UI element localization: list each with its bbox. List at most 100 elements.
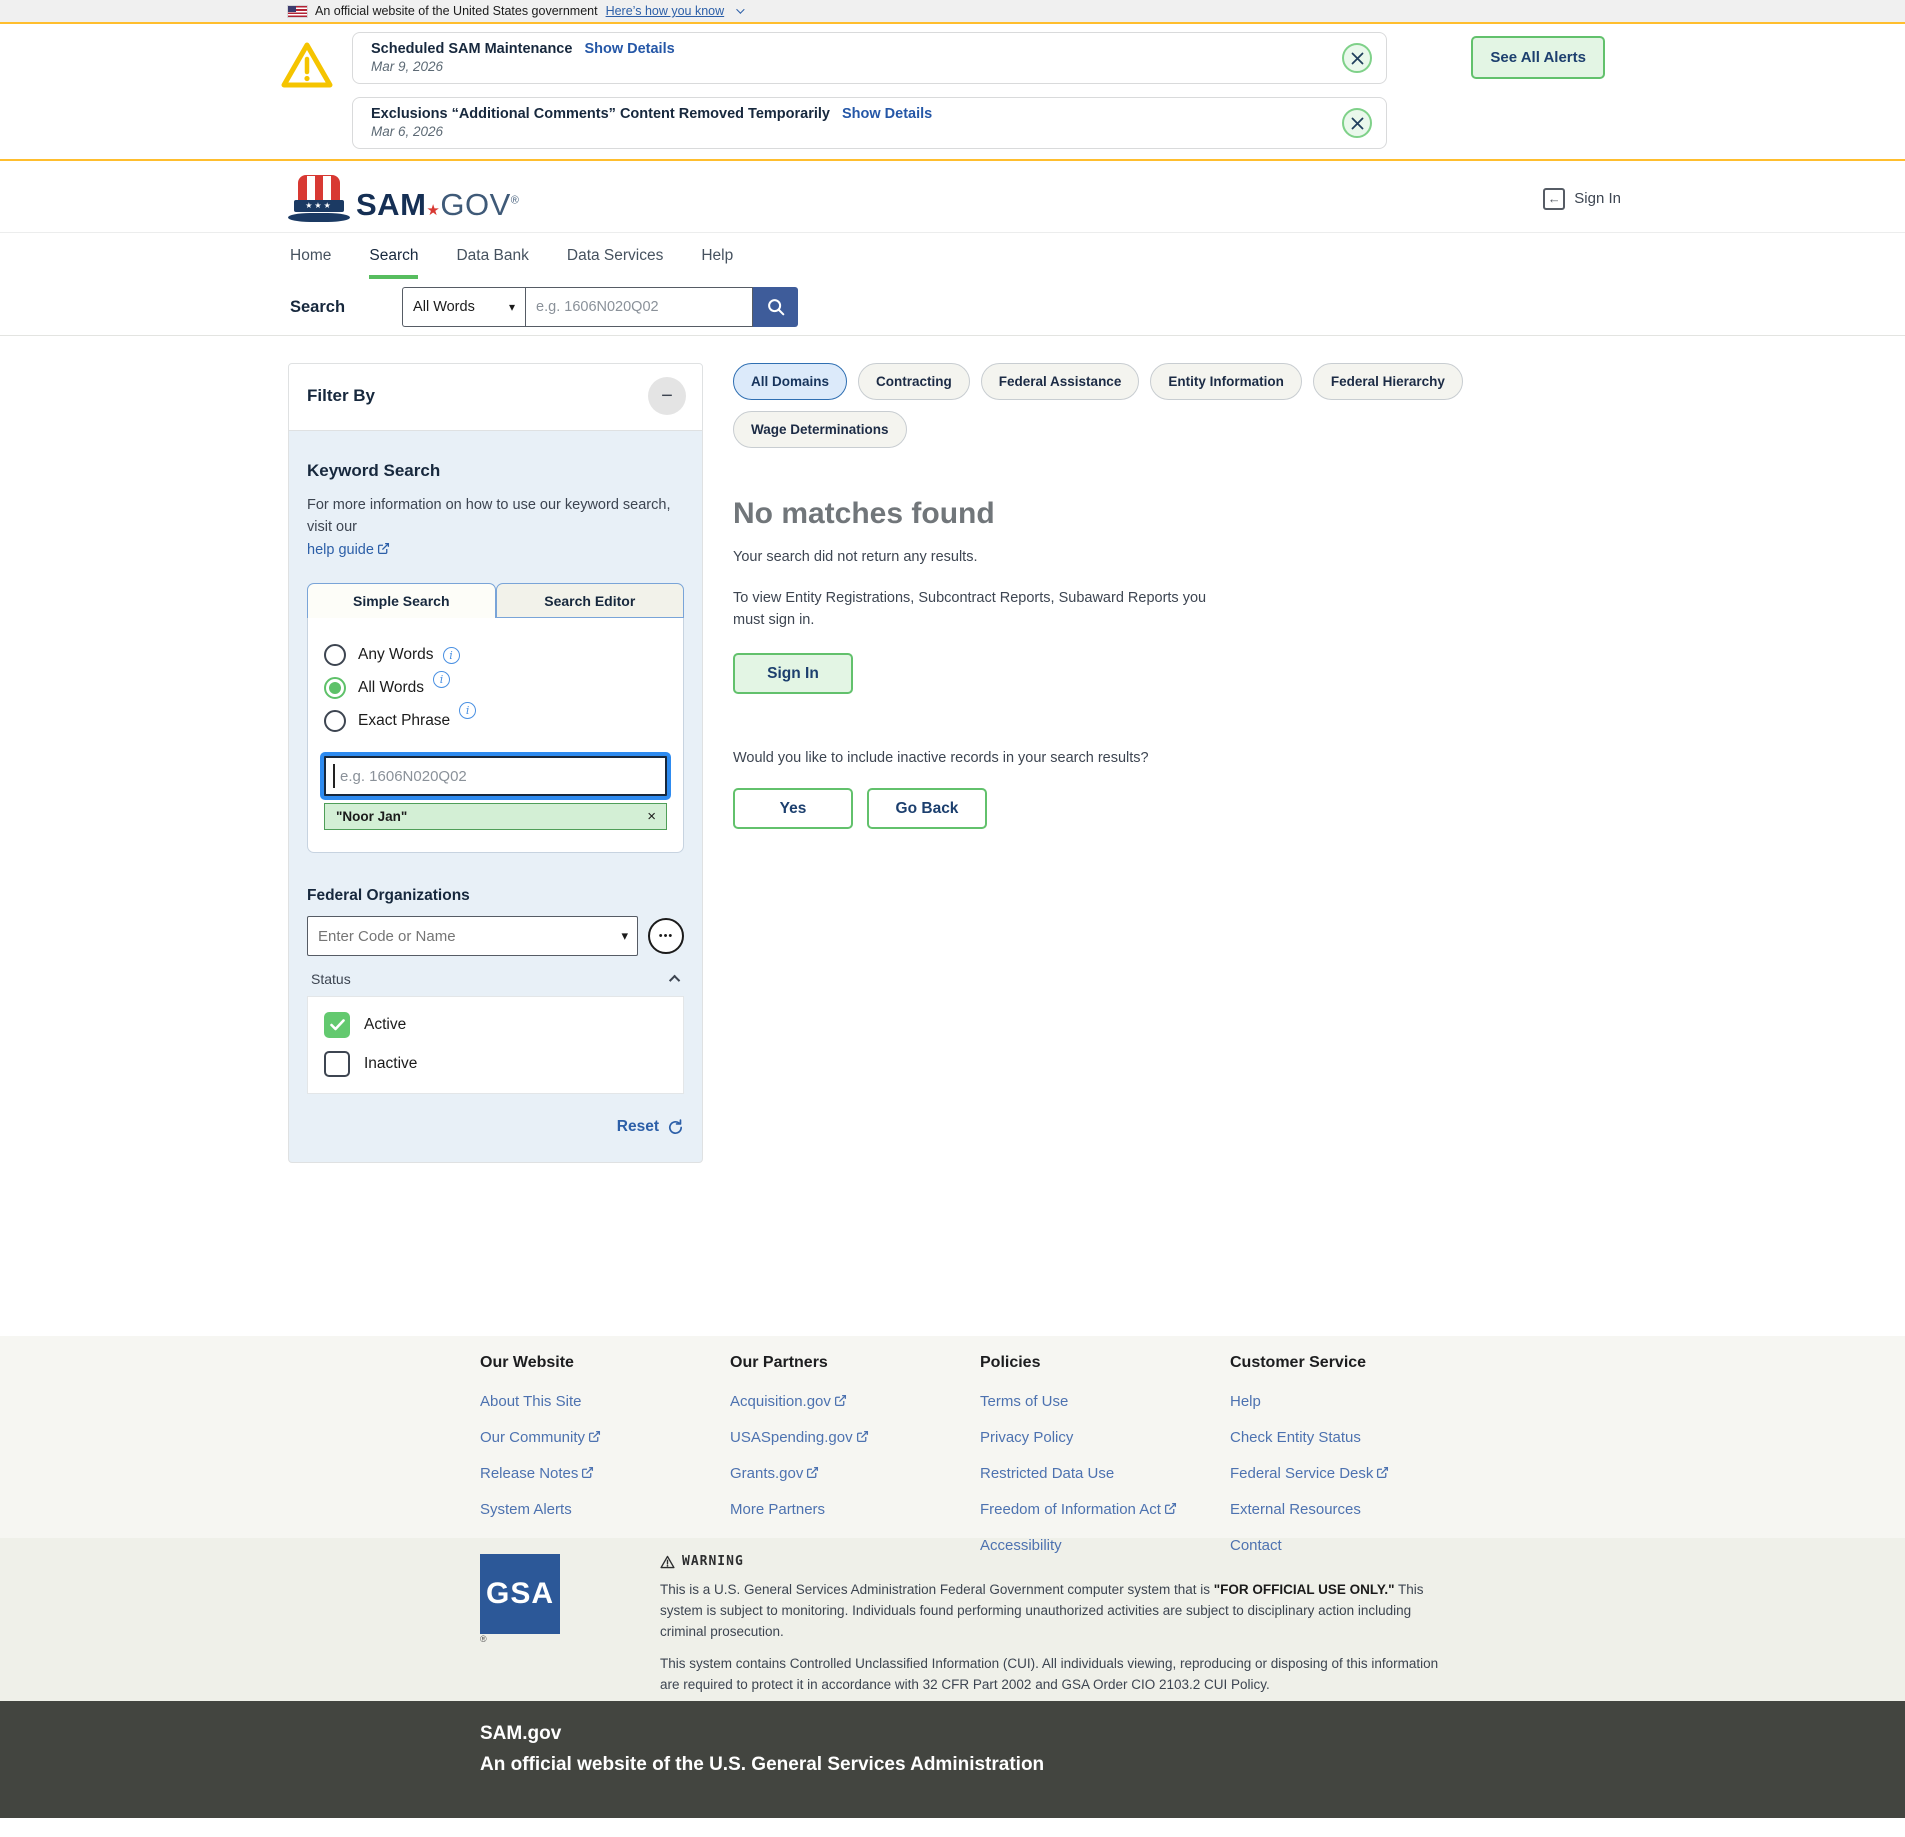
footer-link-foia[interactable]: Freedom of Information Act — [980, 1501, 1230, 1518]
nav-item-help[interactable]: Help — [701, 233, 733, 279]
info-icon[interactable]: i — [433, 671, 450, 688]
tab-simple-search[interactable]: Simple Search — [307, 583, 496, 618]
footer-link-grants-gov[interactable]: Grants.gov — [730, 1465, 980, 1482]
federal-organizations-heading: Federal Organizations — [307, 887, 684, 905]
footer-col-heading: Customer Service — [1230, 1354, 1480, 1372]
external-link-icon — [1164, 1502, 1177, 1515]
alert-close-button[interactable] — [1342, 43, 1372, 73]
see-all-alerts-button[interactable]: See All Alerts — [1471, 36, 1605, 79]
info-icon[interactable]: i — [459, 702, 476, 719]
radio-all-words[interactable] — [324, 677, 346, 699]
external-link-icon — [588, 1430, 601, 1443]
radio-exact-phrase[interactable] — [324, 710, 346, 732]
status-panel: Active Inactive — [307, 996, 684, 1094]
keyword-info-text: For more information on how to use our k… — [307, 494, 684, 561]
domain-pill-all-domains[interactable]: All Domains — [733, 363, 847, 400]
footer-link-about-this-site[interactable]: About This Site — [480, 1393, 730, 1410]
page: An official website of the United States… — [0, 0, 1905, 1837]
alert-show-details-link[interactable]: Show Details — [584, 41, 674, 57]
alerts-section: Scheduled SAM Maintenance Show Details M… — [0, 24, 1905, 161]
footer-link-check-entity-status[interactable]: Check Entity Status — [1230, 1429, 1480, 1446]
footer-col-heading: Our Partners — [730, 1354, 980, 1372]
chevron-up-icon[interactable] — [669, 975, 680, 986]
sign-in-label: Sign In — [1574, 190, 1621, 207]
radio-all-words-label: All Words — [358, 679, 424, 697]
alert-card: Scheduled SAM Maintenance Show Details M… — [352, 32, 1387, 84]
global-search-input[interactable] — [525, 287, 753, 327]
help-guide-link[interactable]: help guide — [307, 542, 374, 558]
search-type-value: All Words — [413, 299, 475, 315]
search-type-select[interactable]: All Words ▾ — [402, 287, 525, 327]
footer-link-release-notes[interactable]: Release Notes — [480, 1465, 730, 1482]
footer-link-help[interactable]: Help — [1230, 1393, 1480, 1410]
footer-link-external-resources[interactable]: External Resources — [1230, 1501, 1480, 1518]
footer-link-restricted-data-use[interactable]: Restricted Data Use — [980, 1465, 1230, 1482]
alert-title: Exclusions “Additional Comments” Content… — [371, 106, 830, 122]
keyword-chip: "Noor Jan" × — [324, 803, 667, 830]
external-link-icon — [806, 1466, 819, 1479]
text-cursor — [333, 764, 335, 788]
sam-gov-logo[interactable]: ★★★ SAM★GOV® — [288, 175, 519, 222]
radio-any-words[interactable] — [324, 644, 346, 666]
check-icon — [330, 1019, 345, 1031]
external-link-icon — [581, 1466, 594, 1479]
keyword-chip-label: "Noor Jan" — [336, 809, 407, 824]
checkbox-inactive[interactable] — [324, 1051, 350, 1077]
search-button[interactable] — [753, 287, 798, 327]
identity-footer: SAM.gov An official website of the U.S. … — [0, 1701, 1905, 1818]
footer: Our Website About This Site Our Communit… — [0, 1336, 1905, 1538]
warning-triangle-icon — [660, 1555, 675, 1569]
nav-item-search[interactable]: Search — [369, 233, 418, 279]
domain-pill-federal-assistance[interactable]: Federal Assistance — [981, 363, 1140, 400]
footer-link-system-alerts[interactable]: System Alerts — [480, 1501, 730, 1518]
keyword-search-input[interactable] — [324, 756, 667, 796]
sign-in-arrow-icon: ← — [1543, 188, 1565, 210]
domain-pill-federal-hierarchy[interactable]: Federal Hierarchy — [1313, 363, 1463, 400]
external-link-icon — [1376, 1466, 1389, 1479]
external-link-icon — [856, 1430, 869, 1443]
footer-site-name: SAM.gov — [480, 1723, 1625, 1745]
how-you-know-link[interactable]: Here’s how you know — [606, 4, 725, 18]
alert-show-details-link[interactable]: Show Details — [842, 106, 932, 122]
federal-org-input[interactable] — [307, 916, 638, 956]
no-results-message: Your search did not return any results. — [733, 547, 1615, 569]
main-content: Filter By − Keyword Search For more info… — [0, 336, 1905, 1336]
footer-link-terms-of-use[interactable]: Terms of Use — [980, 1393, 1230, 1410]
tab-search-editor[interactable]: Search Editor — [496, 583, 685, 618]
collapse-filters-button[interactable]: − — [648, 377, 686, 415]
header-sign-in-link[interactable]: ← Sign In — [1543, 188, 1621, 210]
checkbox-active[interactable] — [324, 1012, 350, 1038]
alert-close-button[interactable] — [1342, 108, 1372, 138]
keyword-search-heading: Keyword Search — [307, 461, 684, 481]
alert-date: Mar 9, 2026 — [371, 59, 1326, 74]
footer-link-acquisition-gov[interactable]: Acquisition.gov — [730, 1393, 980, 1410]
org-more-options-button[interactable]: ••• — [648, 918, 684, 954]
reset-filters-link[interactable]: Reset — [617, 1118, 659, 1136]
footer-link-usaspending-gov[interactable]: USASpending.gov — [730, 1429, 980, 1446]
gsa-warning-band: GSA® WARNING This is a U.S. General Serv… — [0, 1538, 1905, 1701]
footer-link-more-partners[interactable]: More Partners — [730, 1501, 980, 1518]
footer-link-federal-service-desk[interactable]: Federal Service Desk — [1230, 1465, 1480, 1482]
domain-pill-contracting[interactable]: Contracting — [858, 363, 970, 400]
sign-in-button[interactable]: Sign In — [733, 653, 853, 694]
external-link-icon — [377, 542, 390, 555]
gsa-logo: GSA — [480, 1554, 560, 1634]
nav-item-data-services[interactable]: Data Services — [567, 233, 663, 279]
radio-any-words-label: Any Words — [358, 646, 434, 664]
reset-icon[interactable] — [667, 1119, 684, 1136]
yes-button[interactable]: Yes — [733, 788, 853, 829]
domain-pill-entity-information[interactable]: Entity Information — [1150, 363, 1302, 400]
go-back-button[interactable]: Go Back — [867, 788, 987, 829]
footer-link-our-community[interactable]: Our Community — [480, 1429, 730, 1446]
nav-item-data-bank[interactable]: Data Bank — [456, 233, 528, 279]
search-icon — [765, 296, 787, 318]
external-link-icon — [834, 1394, 847, 1407]
domain-pill-wage-determinations[interactable]: Wage Determinations — [733, 411, 907, 448]
warning-paragraph-1: This is a U.S. General Services Administ… — [660, 1580, 1460, 1643]
chip-remove-icon[interactable]: × — [647, 809, 656, 824]
info-icon[interactable]: i — [443, 647, 460, 664]
footer-tagline: An official website of the U.S. General … — [480, 1754, 1625, 1776]
footer-link-privacy-policy[interactable]: Privacy Policy — [980, 1429, 1230, 1446]
checkbox-inactive-label: Inactive — [364, 1055, 417, 1073]
nav-item-home[interactable]: Home — [290, 233, 331, 279]
